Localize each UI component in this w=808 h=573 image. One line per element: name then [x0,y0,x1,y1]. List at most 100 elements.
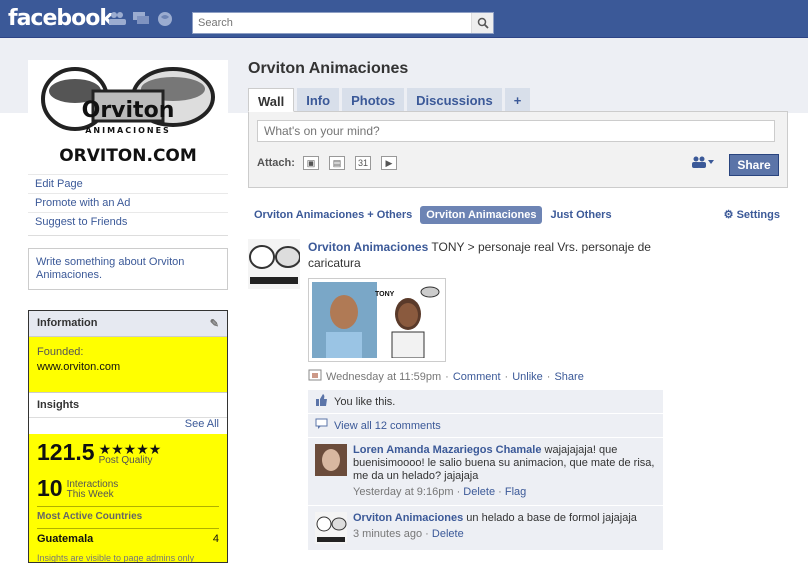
page-admin-links: Edit Page Promote with an Ad Suggest to … [28,174,228,236]
story-author-link[interactable]: Orviton Animaciones [308,240,428,254]
information-header: Information ✎ [29,311,227,337]
insights-divider [37,506,219,507]
status-input[interactable] [257,120,775,142]
insights-fine-print: Insights are visible to page admins only [37,553,195,562]
comment-text: un helado a base de formol jajajaja [466,512,637,524]
post-quality-label: Post Quality [98,455,153,466]
insights-body: 121.5 ★★★★★ Post Quality 10 Interactions… [29,434,227,562]
share-button[interactable]: Share [729,154,779,176]
tab-photos[interactable]: Photos [342,88,405,112]
story-photo[interactable]: TONY [308,278,446,362]
commenter-avatar[interactable] [315,512,347,544]
comment-time: Yesterday at 9:16pm [353,486,454,498]
interactions-sublabel: This Week [66,489,114,500]
wall-filters: Orviton Animaciones + Others Orviton Ani… [248,205,808,225]
feedback-box: You like this. View all 12 comments Lore… [308,390,663,551]
top-bar: facebook [0,0,808,38]
story-text: Orviton Animaciones TONY > personaje rea… [308,239,698,271]
attach-event-icon[interactable]: 31 [355,156,371,170]
messages-icon[interactable] [132,11,150,27]
search-button[interactable] [471,13,493,33]
svg-text:Orviton: Orviton [82,98,175,123]
audience-icon [692,156,714,168]
see-all-link[interactable]: See All [185,418,219,430]
attach-video-icon[interactable]: ▶ [381,156,397,170]
suggest-to-friends-link[interactable]: Suggest to Friends [28,212,228,231]
facebook-logo[interactable]: facebook [8,6,114,31]
attach-photo-icon[interactable]: ▣ [303,156,319,170]
delete-comment-link[interactable]: Delete [432,528,464,540]
top-icons [108,11,174,27]
friend-requests-icon[interactable] [108,11,126,27]
comment-link[interactable]: Comment [453,371,501,383]
comment-meta: Yesterday at 9:16pm · Delete · Flag [353,486,656,499]
svg-text:TONY: TONY [375,291,395,298]
insights-header: Insights [29,392,227,418]
page-title: Orviton Animaciones [248,60,409,77]
comment-bubble-icon [315,418,328,433]
svg-text:ANIMACIONES: ANIMACIONES [85,126,171,135]
founded-value: www.orviton.com [37,361,121,373]
separator: · [498,486,502,498]
interactions-metric: 10 Interactions This Week [37,476,219,500]
likes-row: You like this. [308,390,663,414]
notifications-icon[interactable] [156,11,174,27]
story-meta: Wednesday at 11:59pm · Comment · Unlike … [308,369,698,384]
thumbs-up-icon [315,394,328,409]
likes-text: You like this. [334,395,396,408]
separator: · [456,486,461,498]
profile-picture[interactable]: Orviton ANIMACIONES ORVITON.COM [28,60,228,170]
tab-info[interactable]: Info [297,88,340,112]
search-input[interactable] [193,13,468,33]
write-something-box: Write something about Orviton Animacione… [28,248,228,290]
information-title: Information [37,317,98,329]
privacy-selector[interactable] [691,156,715,171]
write-something-link[interactable]: Write something about Orviton Animacione… [36,256,184,281]
flag-comment-link[interactable]: Flag [505,486,526,498]
commenter-name-link[interactable]: Loren Amanda Mazariegos Chamale [353,444,541,456]
wall-settings-link[interactable]: ⚙ Settings [724,208,780,221]
status-composer: Attach: ▣ ▤ 31 ▶ Share [248,111,788,188]
most-active-countries-label: Most Active Countries [37,511,143,522]
pencil-icon[interactable]: ✎ [210,317,219,330]
tab-wall[interactable]: Wall [248,88,295,112]
attach-link-icon[interactable]: ▤ [329,156,345,170]
view-all-comments-link[interactable]: View all 12 comments [334,420,441,432]
unlike-link[interactable]: Unlike [512,371,543,383]
wall-story: Orviton Animaciones TONY > personaje rea… [248,239,808,551]
separator: · [504,370,509,383]
country-row: Guatemala 4 [37,528,219,545]
separator: · [546,370,551,383]
story-time[interactable]: Wednesday at 11:59pm [326,371,441,383]
information-box: Information ✎ Founded: www.orviton.com I… [28,310,228,563]
left-column: Orviton ANIMACIONES ORVITON.COM Edit Pag… [28,60,228,563]
edit-page-link[interactable]: Edit Page [28,174,228,193]
insights-subheader: See All [29,418,227,434]
post-quality-metric: 121.5 ★★★★★ Post Quality [37,440,219,466]
filter-page-only[interactable]: Orviton Animaciones [420,206,543,224]
information-body: Founded: www.orviton.com [29,337,227,392]
country-name: Guatemala [37,533,94,545]
filter-just-others[interactable]: Just Others [544,206,617,224]
settings-label: Settings [736,209,780,221]
separator: · [445,370,449,383]
founded-label: Founded: [37,346,84,358]
star-rating-icon: ★★★★★ [98,441,162,457]
tab-discussions[interactable]: Discussions [407,88,502,112]
promote-with-ad-link[interactable]: Promote with an Ad [28,193,228,212]
gear-icon: ⚙ [723,209,734,221]
commenter-name-link[interactable]: Orviton Animaciones [353,512,463,524]
filter-page-and-others[interactable]: Orviton Animaciones + Others [248,206,418,224]
orviton-logo: Orviton ANIMACIONES ORVITON.COM [41,67,215,166]
delete-comment-link[interactable]: Delete [463,486,495,498]
comment-time: 3 minutes ago [353,528,423,540]
comment-item: Loren Amanda Mazariegos Chamale wajajaja… [308,438,663,506]
profile-tabs: Wall Info Photos Discussions + [248,88,808,112]
search-icon [477,17,489,29]
main-column: Orviton Animaciones Wall Info Photos Dis… [248,60,808,551]
share-link[interactable]: Share [554,371,583,383]
commenter-avatar[interactable] [315,444,347,476]
add-tab-button[interactable]: + [504,88,531,112]
story-author-avatar[interactable] [248,239,300,289]
search-box [192,12,494,34]
